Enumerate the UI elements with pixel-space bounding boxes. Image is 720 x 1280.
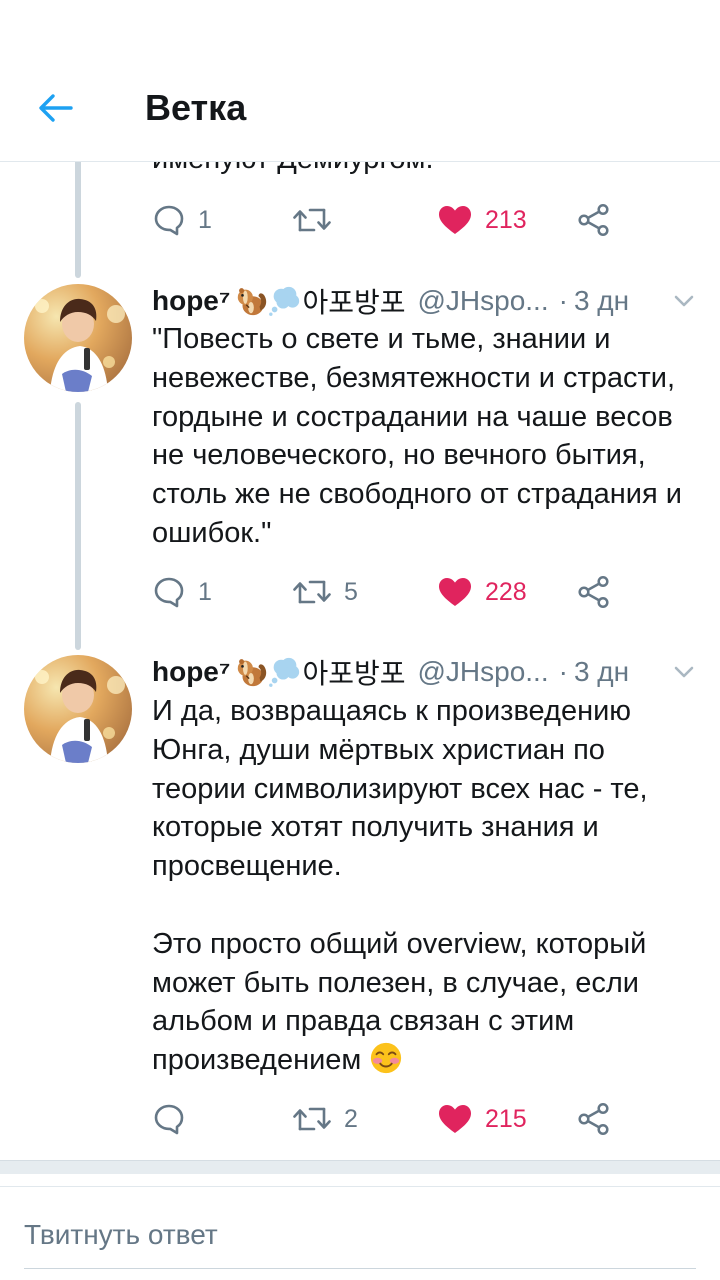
timestamp[interactable]: 3 дн — [574, 656, 629, 688]
reply-button[interactable]: 1 — [152, 195, 212, 245]
timestamp[interactable]: 3 дн — [574, 285, 629, 317]
chipmunk-icon — [234, 655, 268, 689]
retweet-count: 5 — [344, 577, 358, 606]
retweet-icon — [292, 575, 332, 609]
display-name-text: hope⁷ — [152, 656, 231, 687]
reply-button[interactable]: 1 — [152, 567, 212, 617]
display-name[interactable]: hope⁷ 아포방포 — [152, 281, 405, 321]
like-button[interactable]: 228 — [437, 567, 527, 617]
like-button[interactable]: 215 — [437, 1094, 527, 1144]
tweet-text-body: И да, возвращаясь к произведению Юнга, д… — [152, 695, 648, 1077]
share-button[interactable] — [577, 195, 611, 245]
tweet-menu-button[interactable] — [670, 287, 698, 315]
avatar-image — [24, 655, 132, 763]
name-emojis — [234, 284, 302, 318]
back-button[interactable] — [32, 86, 80, 130]
name-emojis — [234, 655, 302, 689]
thought-bubble-icon — [268, 655, 302, 689]
reply-icon — [152, 203, 186, 237]
page-title: Ветка — [145, 87, 247, 128]
reply-button[interactable] — [152, 1094, 198, 1144]
smiling-blushing-face-icon — [369, 1041, 403, 1075]
reply-icon — [152, 575, 186, 609]
avatar-image — [24, 284, 132, 392]
heart-icon — [437, 1103, 473, 1135]
section-divider — [0, 1160, 720, 1174]
display-name-suffix: 아포방포 — [302, 658, 406, 689]
chevron-down-icon — [672, 660, 696, 684]
retweet-button[interactable] — [292, 195, 344, 245]
retweet-icon — [292, 203, 332, 237]
reply-count: 1 — [198, 205, 212, 234]
chipmunk-icon — [234, 284, 268, 318]
share-icon — [577, 1102, 611, 1136]
previous-tweet-actions: 1 213 — [152, 195, 632, 245]
reply-count: 1 — [198, 577, 212, 606]
thought-bubble-icon — [268, 284, 302, 318]
retweet-button[interactable]: 5 — [292, 567, 358, 617]
like-count: 228 — [485, 577, 527, 606]
arrow-left-icon — [39, 94, 73, 122]
top-app-bar: Ветка — [0, 0, 720, 162]
display-name-text: hope⁷ — [152, 285, 231, 316]
tweet-header: hope⁷ 아포방포 @JHspo... · 3 дн — [152, 281, 698, 321]
like-button[interactable]: 213 — [437, 195, 527, 245]
share-icon — [577, 575, 611, 609]
tweet-actions: 2 215 — [152, 1094, 632, 1144]
share-icon — [577, 203, 611, 237]
handle[interactable]: @JHspo... — [417, 656, 548, 688]
avatar[interactable] — [24, 284, 132, 392]
retweet-icon — [292, 1102, 332, 1136]
tweet-text: "Повесть о свете и тьме, знании и невеже… — [152, 323, 690, 549]
tweet-menu-button[interactable] — [670, 658, 698, 686]
thread-feed[interactable]: именуют Демиургом. 1 213 — [0, 0, 720, 1160]
display-name[interactable]: hope⁷ 아포방포 — [152, 652, 405, 692]
tweet-text: И да, возвращаясь к произведению Юнга, д… — [152, 692, 692, 1080]
handle[interactable]: @JHspo... — [417, 285, 548, 317]
like-count: 215 — [485, 1104, 527, 1133]
like-count: 213 — [485, 205, 527, 234]
separator-dot: · — [558, 656, 568, 687]
retweet-button[interactable]: 2 — [292, 1094, 358, 1144]
tweet-actions: 1 5 228 — [152, 567, 632, 617]
avatar[interactable] — [24, 655, 132, 763]
tweet-header: hope⁷ 아포방포 @JHspo... · 3 дн — [152, 652, 698, 692]
thread-line — [75, 402, 81, 650]
heart-icon — [437, 576, 473, 608]
reply-input-underline — [24, 1268, 696, 1269]
separator-dot: · — [558, 285, 568, 316]
reply-icon — [152, 1102, 186, 1136]
chevron-down-icon — [672, 289, 696, 313]
display-name-suffix: 아포방포 — [302, 287, 406, 318]
retweet-count: 2 — [344, 1104, 358, 1133]
reply-composer[interactable] — [0, 1186, 720, 1280]
share-button[interactable] — [577, 1094, 611, 1144]
heart-icon — [437, 204, 473, 236]
share-button[interactable] — [577, 567, 611, 617]
reply-input[interactable] — [24, 1205, 696, 1265]
